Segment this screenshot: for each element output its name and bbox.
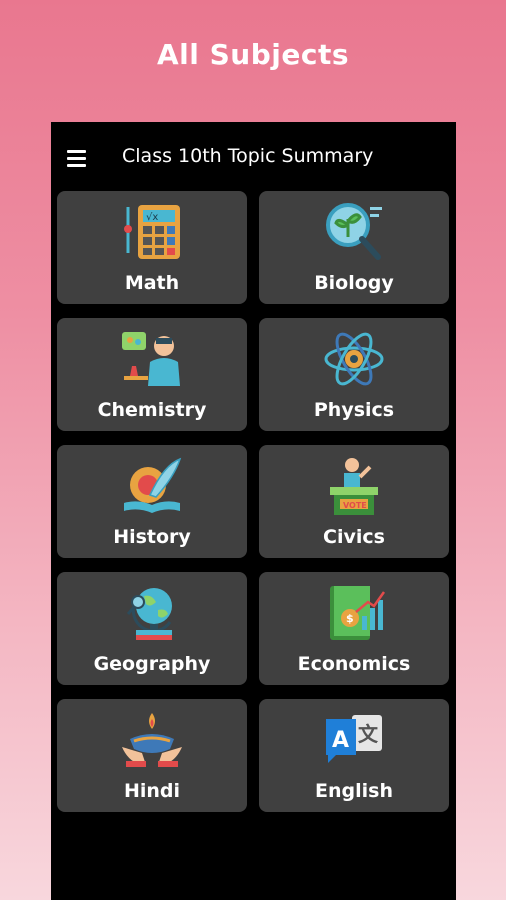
subject-card-geography[interactable]: Geography [57,572,247,685]
subject-label: Economics [297,653,411,675]
scientist-lab-icon [120,328,184,390]
subject-card-biology[interactable]: Biology [259,191,449,304]
subject-label: Civics [323,526,385,548]
svg-text:$: $ [346,612,354,625]
translate-icon: 文 A [322,709,386,771]
svg-text:√x: √x [146,212,158,223]
subject-card-history[interactable]: History [57,445,247,558]
page-heading: All Subjects [157,38,349,71]
subject-label: English [315,780,393,802]
subject-label: Physics [313,399,395,421]
plant-magnifier-icon [322,201,386,263]
atom-icon [322,328,386,390]
subject-card-physics[interactable]: Physics [259,318,449,431]
subject-card-chemistry[interactable]: Chemistry [57,318,247,431]
subject-label: History [113,526,191,548]
subject-label: Geography [93,653,211,675]
svg-text:文: 文 [358,722,379,746]
subject-card-civics[interactable]: VOTE Civics [259,445,449,558]
app-screen: Class 10th Topic Summary √x Math Biology… [51,122,456,900]
subject-card-economics[interactable]: $ Economics [259,572,449,685]
economics-book-icon: $ [322,582,386,644]
subject-card-english[interactable]: 文 A English [259,699,449,812]
diya-icon [120,709,184,771]
subject-label: Math [124,272,180,294]
subject-card-math[interactable]: √x Math [57,191,247,304]
vote-podium-icon: VOTE [322,455,386,517]
calculator-icon: √x [120,201,184,263]
subject-grid: √x Math Biology Chemistry Physics Histor… [57,191,451,812]
subject-label: Hindi [123,780,181,802]
svg-text:VOTE: VOTE [343,501,367,510]
app-bar: Class 10th Topic Summary [51,122,456,192]
book-quill-icon [120,455,184,517]
app-title: Class 10th Topic Summary [122,145,374,167]
hamburger-menu-icon[interactable] [65,146,91,168]
svg-text:A: A [332,728,349,753]
subject-label: Chemistry [97,399,207,421]
globe-icon [120,582,184,644]
subject-card-hindi[interactable]: Hindi [57,699,247,812]
subject-label: Biology [314,272,394,294]
